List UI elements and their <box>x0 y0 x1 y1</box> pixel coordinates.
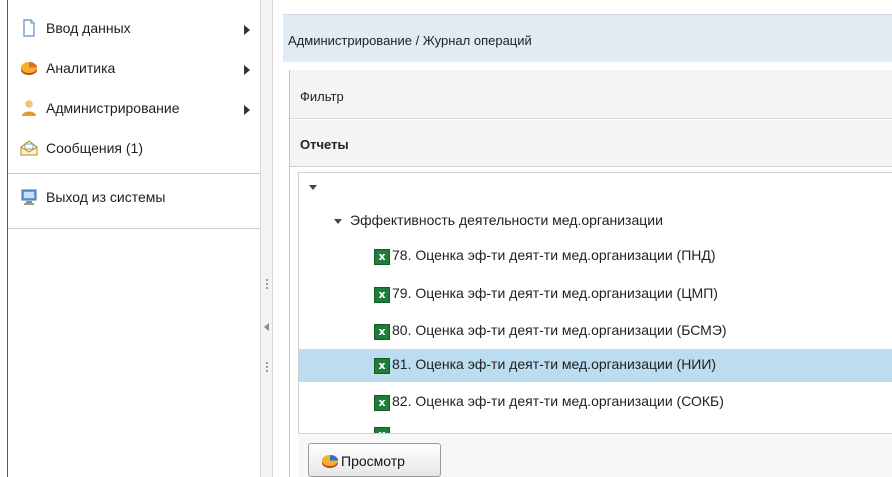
reports-section-header[interactable]: Отчеты <box>290 120 892 167</box>
tree-item-label: 82. Оценка эф-ти деят-ти мед.организации… <box>392 393 724 409</box>
sidebar-item-analytics[interactable]: Аналитика <box>8 57 260 81</box>
sidebar-item-messages[interactable]: Сообщения (1) <box>8 137 260 161</box>
tree-root-expand-icon[interactable] <box>309 185 317 190</box>
breadcrumb: Администрирование / Журнал операций <box>288 33 532 48</box>
tree-group-expand-icon[interactable] <box>334 219 342 224</box>
excel-icon: x <box>374 358 390 374</box>
sidebar: Ввод данных Аналитика Администрирование … <box>8 0 260 477</box>
main-content: Администрирование / Журнал операций Филь… <box>273 0 892 477</box>
tree-item[interactable]: x 82. Оценка эф-ти деят-ти мед.организац… <box>299 386 892 419</box>
splitter-grip-icon <box>266 279 268 291</box>
sidebar-item-label: Аналитика <box>46 60 116 76</box>
submenu-arrow-icon <box>244 25 250 35</box>
reports-tree: Эффективность деятельности мед.организац… <box>298 172 892 434</box>
tree-item-label: 78. Оценка эф-ти деят-ти мед.организации… <box>392 247 716 263</box>
sidebar-item-label: Администрирование <box>46 100 180 116</box>
filter-title: Фильтр <box>300 89 344 104</box>
tree-item-label: 79. Оценка эф-ти деят-ти мед.организации… <box>392 285 718 301</box>
sidebar-item-label: Ввод данных <box>46 20 131 36</box>
sidebar-item-data-entry[interactable]: Ввод данных <box>8 17 260 41</box>
tree-item[interactable]: x 80. Оценка эф-ти деят-ти мед.организац… <box>299 315 892 348</box>
submenu-arrow-icon <box>244 65 250 75</box>
pie-chart-icon <box>321 452 339 470</box>
filter-section-header[interactable]: Фильтр <box>290 70 892 119</box>
sidebar-menu: Ввод данных Аналитика Администрирование … <box>8 0 260 229</box>
sidebar-item-label: Выход из системы <box>46 189 166 205</box>
envelope-icon <box>20 139 38 157</box>
user-icon <box>20 99 38 117</box>
tree-item-label: 81. Оценка эф-ти деят-ти мед.организации… <box>392 356 717 372</box>
view-button-label: Просмотр <box>341 453 405 469</box>
tree-item[interactable]: x 78. Оценка эф-ти деят-ти мед.организац… <box>299 240 892 273</box>
excel-icon: x <box>374 287 390 303</box>
submenu-arrow-icon <box>244 105 250 115</box>
tree-item-label: 80. Оценка эф-ти деят-ти мед.организации… <box>392 322 727 338</box>
tree-item-selected[interactable]: x 81. Оценка эф-ти деят-ти мед.организац… <box>299 349 892 382</box>
excel-icon: x <box>374 249 390 265</box>
computer-icon <box>20 188 38 206</box>
breadcrumb-bar: Администрирование / Журнал операций <box>283 14 892 62</box>
excel-icon: x <box>374 324 390 340</box>
sidebar-splitter[interactable] <box>260 0 273 477</box>
view-button[interactable]: Просмотр <box>308 443 441 477</box>
splitter-grip-icon <box>266 362 268 374</box>
sidebar-item-administration[interactable]: Администрирование <box>8 97 260 121</box>
pie-chart-icon <box>20 59 38 77</box>
actions-bar: Просмотр <box>298 434 892 477</box>
excel-icon: x <box>374 395 390 411</box>
collapse-sidebar-icon[interactable] <box>264 323 269 331</box>
document-icon <box>20 19 38 37</box>
excel-icon: x <box>374 427 390 433</box>
sidebar-item-logout[interactable]: Выход из системы <box>8 186 260 210</box>
tree-group-label[interactable]: Эффективность деятельности мед.организац… <box>350 212 663 228</box>
reports-title: Отчеты <box>300 137 349 152</box>
menu-divider <box>8 173 260 174</box>
tree-item[interactable]: x 79. Оценка эф-ти деят-ти мед.организац… <box>299 278 892 311</box>
reports-panel: Фильтр Отчеты Эффективность деятельности… <box>289 70 892 477</box>
sidebar-item-label: Сообщения (1) <box>46 140 143 156</box>
